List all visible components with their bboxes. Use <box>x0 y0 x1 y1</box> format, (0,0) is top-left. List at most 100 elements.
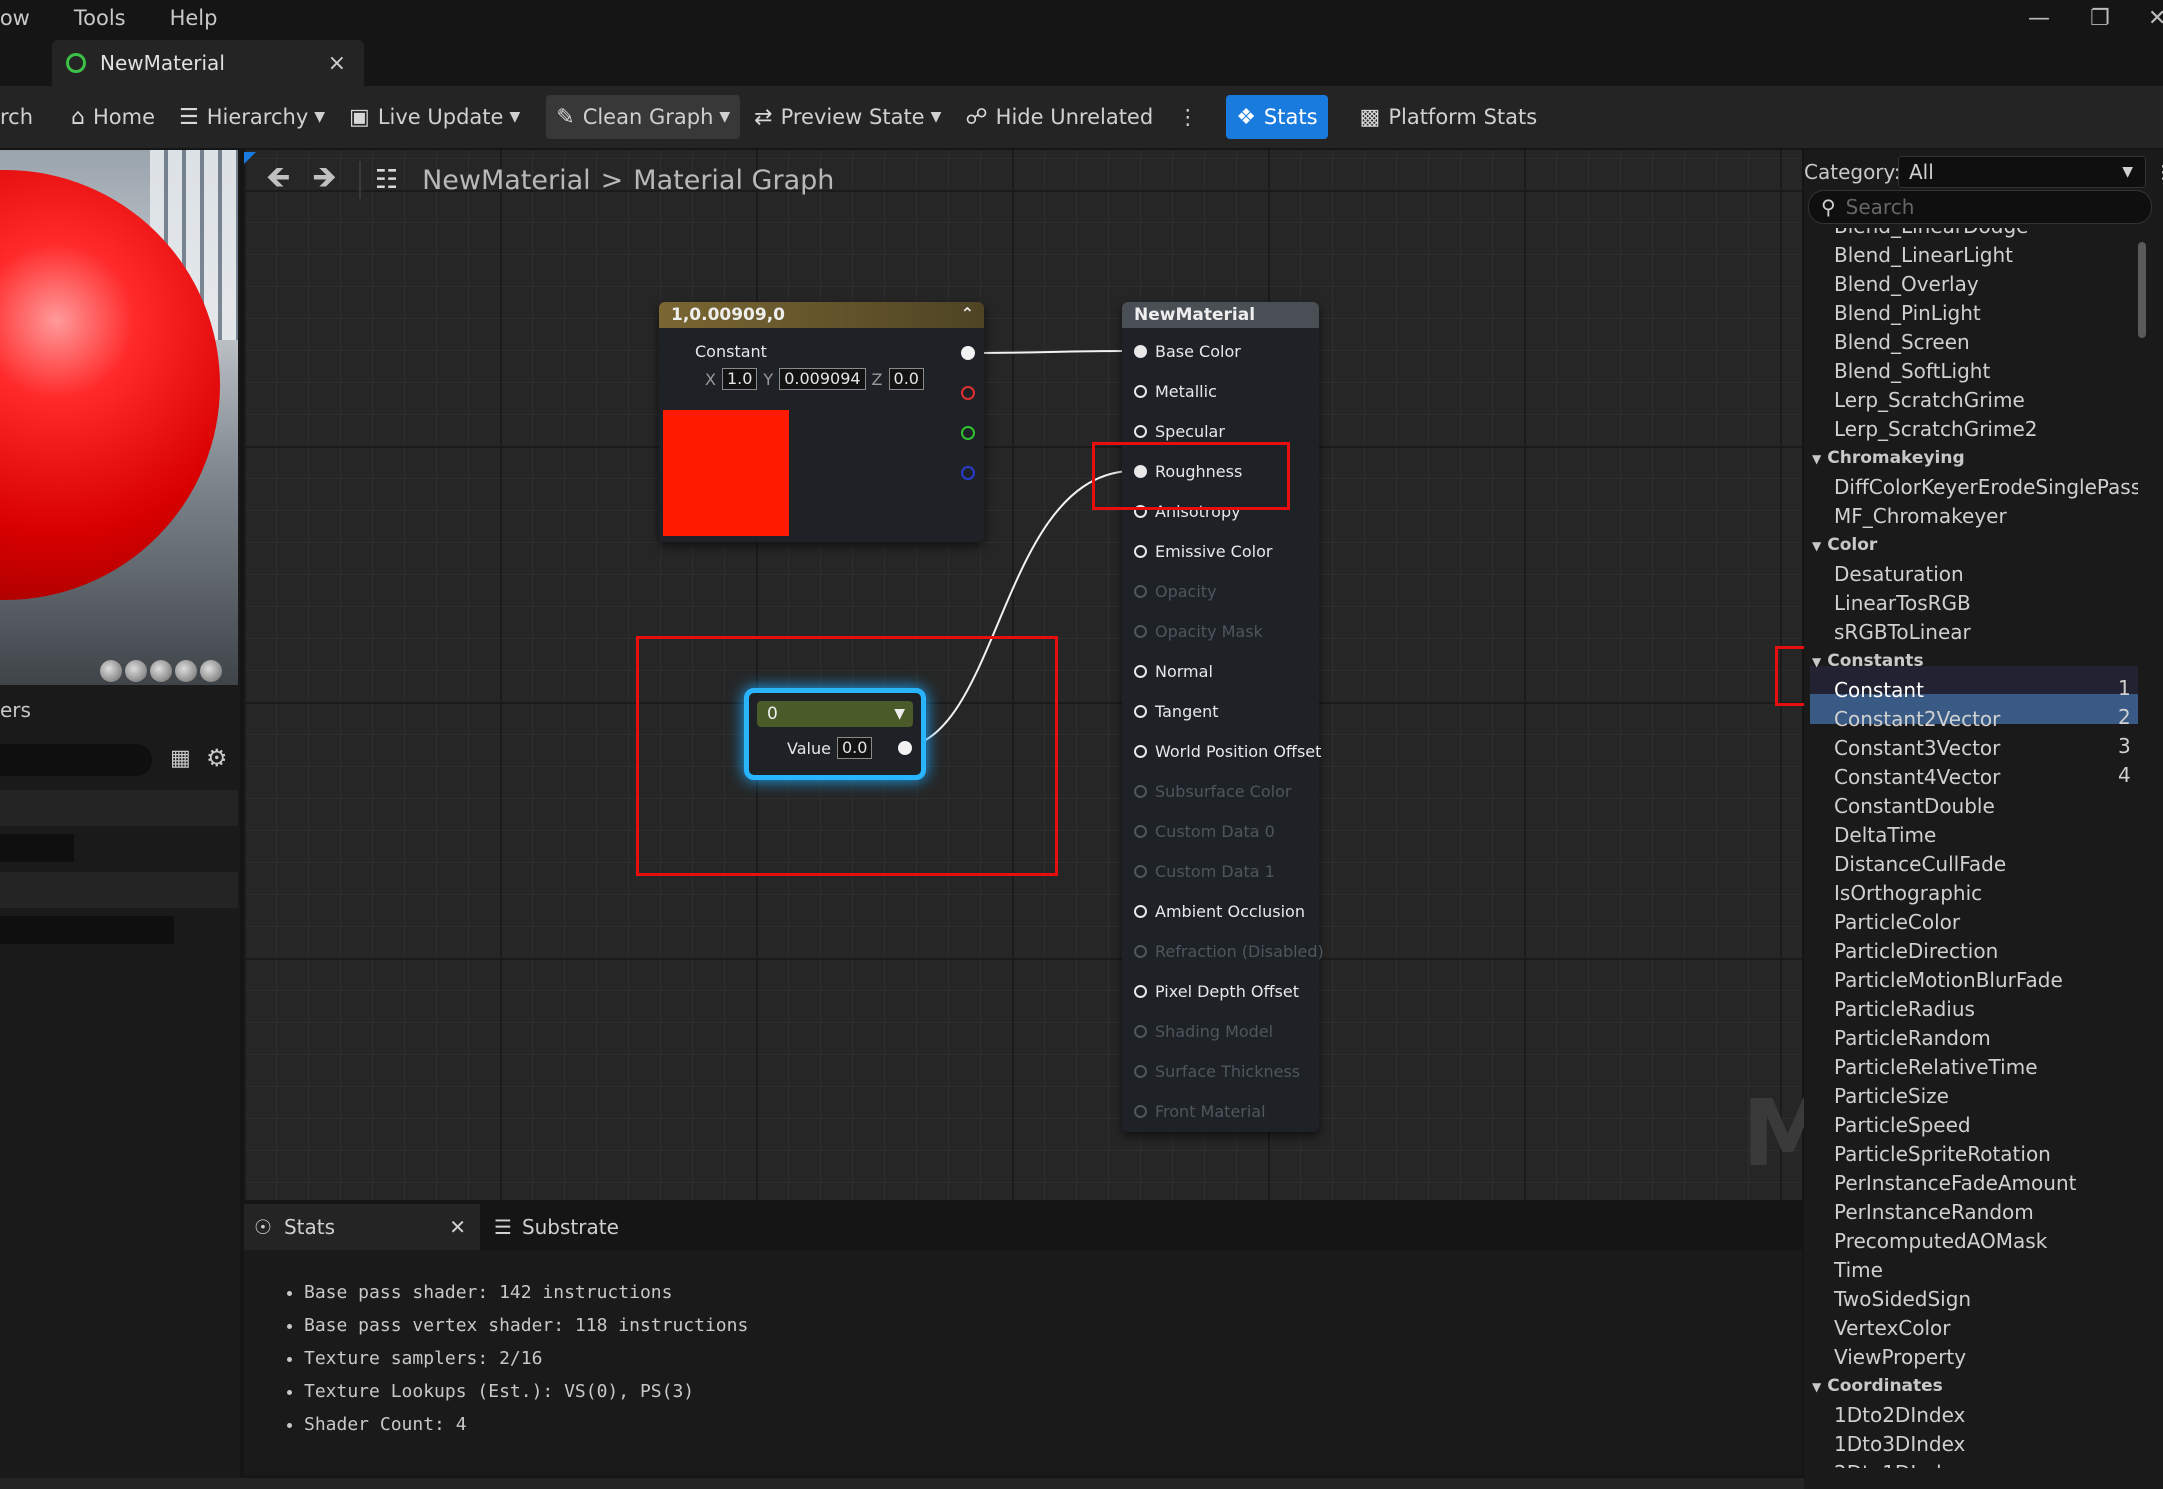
output-pin-g[interactable] <box>961 426 975 440</box>
output-pin-b[interactable] <box>961 466 975 480</box>
list-item[interactable]: ViewProperty <box>1834 1343 1966 1371</box>
palette-search-input[interactable]: ⚲ Search <box>1808 190 2152 224</box>
pin-ambient-occlusion[interactable]: Ambient Occlusion <box>1134 899 1305 923</box>
list-item[interactable]: Blend_PinLight <box>1834 299 1981 327</box>
platform-stats-button[interactable]: ▩ Platform Stats <box>1350 95 1548 139</box>
palette-item-selected[interactable]: Constant <box>1834 676 1924 704</box>
list-item[interactable]: Constant4Vector <box>1834 763 2000 791</box>
menu-tools[interactable]: Tools <box>52 6 148 30</box>
preview-cylinder-icon[interactable] <box>100 660 122 682</box>
list-item[interactable]: ParticleSize <box>1834 1082 1949 1110</box>
back-arrow-icon[interactable]: 🡸 <box>266 155 290 206</box>
list-item[interactable]: Blend_SoftLight <box>1834 357 1990 385</box>
pin-world-position-offset[interactable]: World Position Offset <box>1134 739 1321 763</box>
preview-viewport[interactable] <box>0 150 238 685</box>
preview-sphere-icon[interactable] <box>125 660 147 682</box>
stats-button[interactable]: ❖ Stats <box>1226 95 1328 139</box>
constant3vector-node[interactable]: 1,0.00909,0 ⌃ Constant X 1.0 Y 0.009094 … <box>659 302 984 542</box>
list-item[interactable]: 2Dto1DIndex <box>1834 1459 1965 1468</box>
palette-options-icon[interactable]: ⋮ <box>2154 162 2163 183</box>
node-header[interactable]: 1,0.00909,0 ⌃ <box>659 302 984 328</box>
menu-window[interactable]: low <box>0 6 52 30</box>
list-item[interactable]: Blend_Overlay <box>1834 270 1979 298</box>
palette-category[interactable]: ▼ Coordinates <box>1812 1372 1943 1400</box>
list-item[interactable]: ParticleMotionBlurFade <box>1834 966 2063 994</box>
menu-help[interactable]: Help <box>148 6 240 30</box>
list-item[interactable]: IsOrthographic <box>1834 879 1982 907</box>
preview-cube-icon[interactable] <box>175 660 197 682</box>
output-node-header[interactable]: NewMaterial <box>1122 302 1319 328</box>
list-item[interactable]: Blend_LinearLight <box>1834 241 2013 269</box>
list-item[interactable]: Blend_LinearDodge <box>1834 228 2028 240</box>
list-item[interactable]: 1Dto2DIndex <box>1834 1401 1965 1429</box>
clean-graph-button[interactable]: ✎ Clean Graph ▼ <box>546 95 741 139</box>
list-item[interactable]: LinearTosRGB <box>1834 589 1971 617</box>
palette-list[interactable]: Blend_LinearDodgeBlend_LinearLightBlend_… <box>1808 228 2138 1468</box>
graph-hierarchy-icon[interactable]: ☷ <box>375 165 398 195</box>
list-item[interactable]: sRGBToLinear <box>1834 618 1971 646</box>
palette-category[interactable]: ▼ Constants <box>1812 647 1924 675</box>
list-item[interactable]: 1Dto3DIndex <box>1834 1430 1965 1458</box>
palette-scrollbar[interactable] <box>2138 236 2146 1466</box>
tab-newmaterial[interactable]: NewMaterial × <box>52 40 364 86</box>
hierarchy-button[interactable]: ☰ Hierarchy ▼ <box>169 95 335 139</box>
list-item[interactable]: ConstantDouble <box>1834 792 1995 820</box>
gear-icon[interactable]: ⚙ <box>206 744 228 772</box>
tab-close-icon[interactable]: × <box>328 51 346 76</box>
tab-substrate[interactable]: ☰ Substrate <box>494 1204 619 1250</box>
search-button[interactable]: rch <box>0 95 43 139</box>
material-output-node[interactable]: NewMaterial Base Color Metallic Specular… <box>1122 302 1324 1132</box>
details-category-row[interactable] <box>0 790 238 826</box>
more-options-icon[interactable]: ⋮ <box>1167 95 1208 139</box>
list-item[interactable]: ParticleDirection <box>1834 937 1998 965</box>
details-category-row[interactable] <box>0 872 238 908</box>
pin-normal[interactable]: Normal <box>1134 659 1213 683</box>
collapse-caret-icon[interactable]: ⌃ <box>961 304 974 323</box>
list-item[interactable]: Lerp_ScratchGrime2 <box>1834 415 2038 443</box>
minimize-icon[interactable]: — <box>2028 6 2050 31</box>
list-item[interactable]: Lerp_ScratchGrime <box>1834 386 2025 414</box>
details-field[interactable] <box>0 916 174 944</box>
close-window-icon[interactable]: ✕ <box>2148 6 2163 31</box>
pin-specular[interactable]: Specular <box>1134 419 1225 443</box>
details-search-input[interactable] <box>0 744 152 776</box>
breadcrumb-current[interactable]: Material Graph <box>633 165 834 196</box>
category-dropdown[interactable]: All ▼ <box>1898 156 2146 188</box>
list-item[interactable]: ParticleSpriteRotation <box>1834 1140 2051 1168</box>
hide-unrelated-button[interactable]: ☍ Hide Unrelated <box>955 95 1163 139</box>
home-button[interactable]: ⌂ Home <box>61 95 165 139</box>
pin-tangent[interactable]: Tangent <box>1134 699 1218 723</box>
pin-pixel-depth-offset[interactable]: Pixel Depth Offset <box>1134 979 1299 1003</box>
table-view-icon[interactable]: ▦ <box>170 746 191 771</box>
preview-state-button[interactable]: ⇄ Preview State ▼ <box>744 95 951 139</box>
preview-teapot-icon[interactable] <box>200 660 222 682</box>
list-item[interactable]: PerInstanceRandom <box>1834 1198 2034 1226</box>
pin-emissive-color[interactable]: Emissive Color <box>1134 539 1272 563</box>
list-item[interactable]: DistanceCullFade <box>1834 850 2006 878</box>
list-item[interactable]: Desaturation <box>1834 560 1964 588</box>
preview-plane-icon[interactable] <box>150 660 172 682</box>
stats-tab-close-icon[interactable]: ✕ <box>449 1215 466 1239</box>
list-item[interactable]: Time <box>1834 1256 1883 1284</box>
list-item[interactable]: ParticleSpeed <box>1834 1111 1971 1139</box>
list-item[interactable]: PerInstanceFadeAmount <box>1834 1169 2076 1197</box>
list-item[interactable]: ParticleRandom <box>1834 1024 1991 1052</box>
list-item[interactable]: MF_Chromakeyer <box>1834 502 2007 530</box>
list-item[interactable]: ParticleColor <box>1834 908 1960 936</box>
list-item[interactable]: Constant2Vector <box>1834 705 2000 733</box>
list-item[interactable]: DiffColorKeyerErodeSinglePass <box>1834 473 2138 501</box>
list-item[interactable]: ParticleRelativeTime <box>1834 1053 2038 1081</box>
list-item[interactable]: DeltaTime <box>1834 821 1936 849</box>
pin-metallic[interactable]: Metallic <box>1134 379 1217 403</box>
palette-category[interactable]: ▼ Color <box>1812 531 1877 559</box>
palette-scroll-thumb[interactable] <box>2138 242 2146 338</box>
breadcrumb-root[interactable]: NewMaterial <box>422 165 591 196</box>
restore-icon[interactable]: ❐ <box>2090 6 2110 31</box>
list-item[interactable]: Constant3Vector <box>1834 734 2000 762</box>
palette-category[interactable]: ▼ Chromakeying <box>1812 444 1965 472</box>
details-field[interactable] <box>0 834 74 862</box>
list-item[interactable]: ParticleRadius <box>1834 995 1975 1023</box>
list-item[interactable]: Blend_Screen <box>1834 328 1970 356</box>
list-item[interactable]: TwoSidedSign <box>1834 1285 1971 1313</box>
z-input[interactable]: 0.0 <box>888 368 924 390</box>
